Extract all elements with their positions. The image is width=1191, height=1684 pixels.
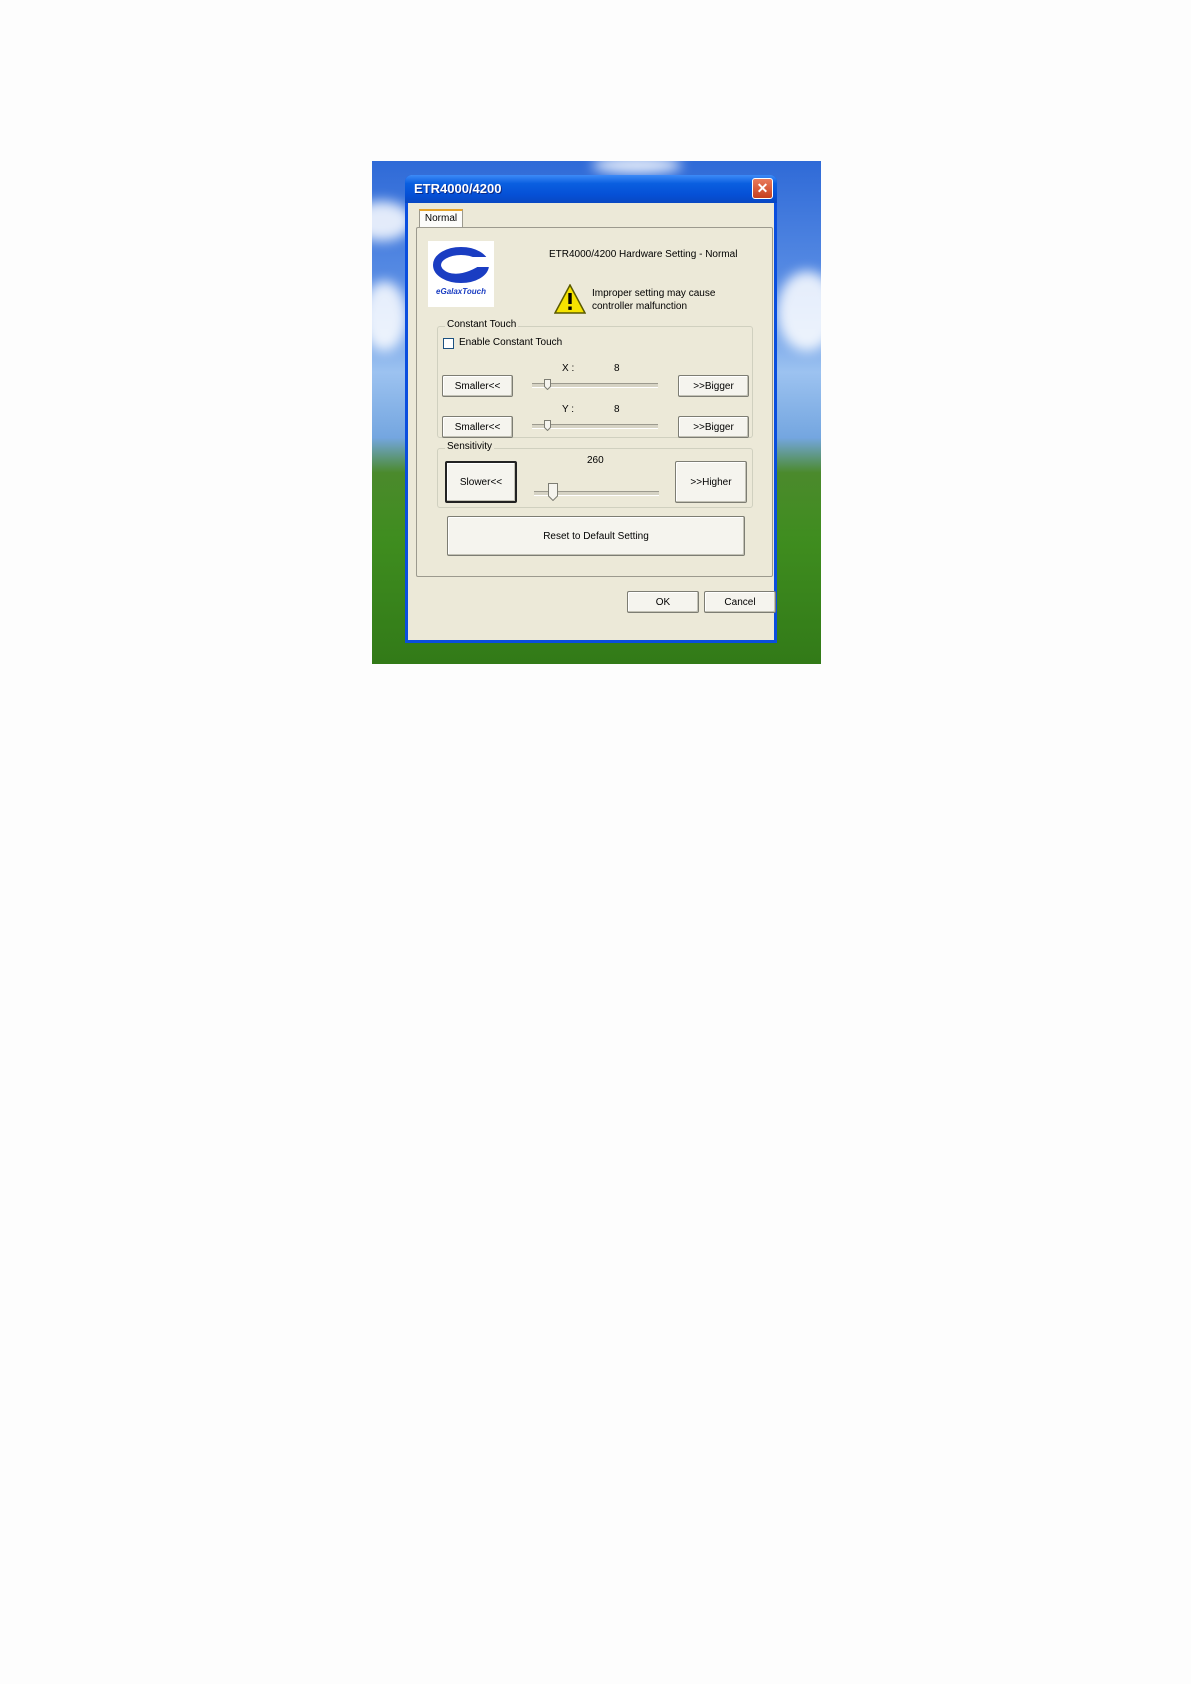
x-value: 8 <box>614 363 620 374</box>
reset-default-button[interactable]: Reset to Default Setting <box>447 516 745 556</box>
dialog-window: ETR4000/4200 ✕ Normal eGalaxTouch ETR400… <box>405 175 777 643</box>
sensitivity-label: Sensitivity <box>445 441 495 452</box>
x-smaller-button[interactable]: Smaller<< <box>442 375 513 397</box>
x-bigger-button[interactable]: >>Bigger <box>678 375 749 397</box>
desktop-cloud <box>372 281 407 351</box>
enable-constant-touch-label: Enable Constant Touch <box>459 337 563 348</box>
cancel-button[interactable]: Cancel <box>704 591 776 613</box>
y-smaller-button[interactable]: Smaller<< <box>442 416 513 438</box>
logo-swoosh-icon <box>433 247 490 283</box>
enable-constant-touch-checkbox[interactable] <box>443 338 454 349</box>
warning-line-1: Improper setting may cause <box>592 288 716 299</box>
x-slider-track[interactable] <box>532 383 658 388</box>
y-value: 8 <box>614 404 620 415</box>
screenshot: ETR4000/4200 ✕ Normal eGalaxTouch ETR400… <box>372 161 821 664</box>
higher-button[interactable]: >>Higher <box>675 461 747 503</box>
tab-panel: eGalaxTouch ETR4000/4200 Hardware Settin… <box>416 227 773 577</box>
sensitivity-value: 260 <box>587 455 604 466</box>
ok-button[interactable]: OK <box>627 591 699 613</box>
y-axis-label: Y : <box>562 404 575 415</box>
y-slider-thumb[interactable] <box>543 420 551 431</box>
warning-line-2: controller malfunction <box>592 301 688 312</box>
warning-message: Improper setting may cause controller ma… <box>592 287 752 313</box>
constant-touch-group: Constant Touch Enable Constant Touch X :… <box>437 319 753 438</box>
logo-text: eGalaxTouch <box>436 287 486 296</box>
close-icon: ✕ <box>756 180 769 196</box>
desktop-cloud <box>777 271 821 351</box>
sensitivity-group: Sensitivity 260 Slower<< >>Higher <box>437 441 753 508</box>
window-title: ETR4000/4200 <box>414 181 502 196</box>
desktop-cloud <box>592 161 682 174</box>
warning-icon <box>554 284 586 314</box>
x-slider-thumb[interactable] <box>543 379 551 390</box>
constant-touch-label: Constant Touch <box>445 319 519 330</box>
hardware-setting-title: ETR4000/4200 Hardware Setting - Normal <box>549 249 738 260</box>
slower-button[interactable]: Slower<< <box>445 461 517 503</box>
x-axis-label: X : <box>562 363 575 374</box>
title-bar[interactable]: ETR4000/4200 ✕ <box>405 175 777 203</box>
tab-normal[interactable]: Normal <box>419 209 463 228</box>
close-button[interactable]: ✕ <box>752 178 773 199</box>
egalaxtouch-logo: eGalaxTouch <box>428 241 494 307</box>
y-bigger-button[interactable]: >>Bigger <box>678 416 749 438</box>
y-slider-track[interactable] <box>532 424 658 429</box>
sensitivity-slider-thumb[interactable] <box>547 483 558 501</box>
